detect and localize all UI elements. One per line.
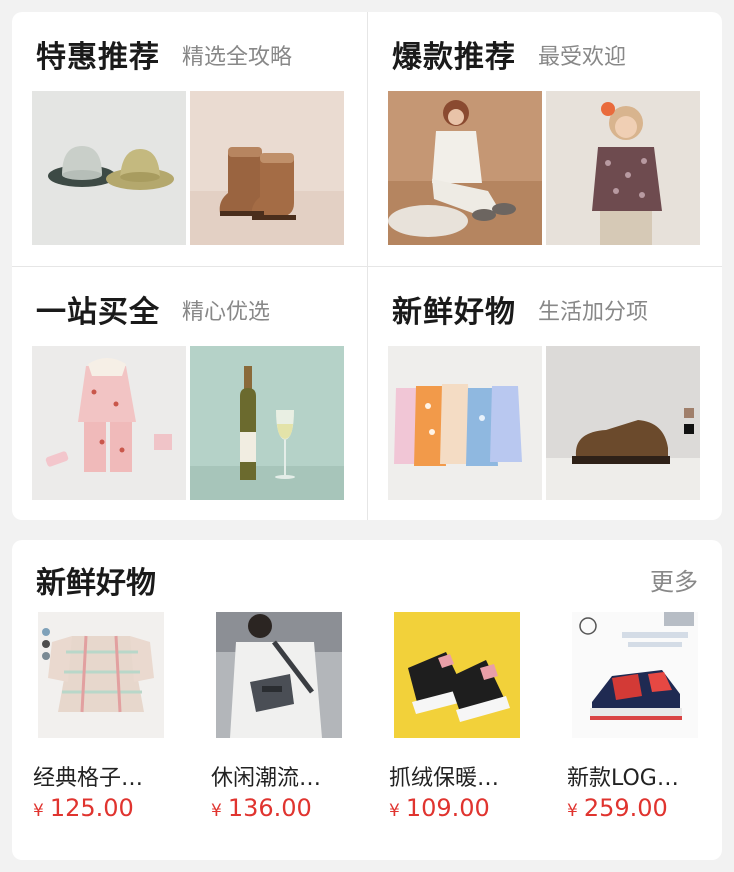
- promo-subtitle: 最受欢迎: [538, 45, 627, 70]
- promo-title: 新鲜好物: [392, 295, 516, 330]
- baby-romper-set-photo[interactable]: [388, 346, 542, 500]
- promo-subtitle: 精选全攻略: [182, 45, 293, 70]
- price-value: 109.00: [405, 794, 490, 822]
- girl-floral-top-photo[interactable]: [546, 91, 700, 245]
- promo-title: 一站买全: [36, 295, 160, 330]
- product-price: ¥125.00: [33, 794, 134, 822]
- promo-grid: 特惠推荐 精选全攻略 爆款推荐 最受欢迎 一站买全 精心优选 新鲜好物 生活加分…: [12, 12, 722, 520]
- currency-symbol: ¥: [567, 801, 578, 821]
- crossbody-bag-photo[interactable]: [216, 612, 342, 738]
- promo-card-bestsellers[interactable]: 爆款推荐 最受欢迎: [368, 12, 722, 266]
- product-price: ¥136.00: [211, 794, 312, 822]
- promo-title: 爆款推荐: [392, 40, 516, 75]
- price-value: 259.00: [583, 794, 668, 822]
- fresh-goods-section: 新鲜好物 更多 经典格子… ¥125.00 休闲潮流… ¥ 136.00 抓绒保…: [12, 540, 722, 860]
- promo-subtitle: 精心优选: [182, 300, 271, 325]
- promo-title: 特惠推荐: [36, 40, 160, 75]
- woman-knit-outfit-photo[interactable]: [388, 91, 542, 245]
- product-name: 抓绒保暖…: [389, 766, 500, 791]
- currency-symbol: ¥: [389, 801, 400, 821]
- plaid-jacket-photo[interactable]: [38, 612, 164, 738]
- promo-card-special-offer[interactable]: 特惠推荐 精选全攻略: [12, 12, 367, 266]
- product-price: ¥109.00: [389, 794, 490, 822]
- more-link[interactable]: 更多: [650, 562, 698, 597]
- baby-pink-set-photo[interactable]: [32, 346, 186, 500]
- promo-subtitle: 生活加分项: [538, 300, 649, 325]
- kids-sneakers-photo[interactable]: [394, 612, 520, 738]
- brown-oxford-shoe-photo[interactable]: [546, 346, 700, 500]
- currency-symbol: ¥: [33, 801, 44, 821]
- price-value: 125.00: [49, 794, 134, 822]
- product-price: ¥259.00: [567, 794, 668, 822]
- product-name: 休闲潮流…: [211, 766, 322, 791]
- price-value: 136.00: [227, 794, 312, 822]
- product-name: 经典格子…: [33, 766, 144, 791]
- section-title: 新鲜好物: [36, 566, 156, 601]
- product-name: 新款LOG…: [567, 766, 679, 791]
- promo-card-one-stop[interactable]: 一站买全 精心优选: [12, 267, 367, 520]
- red-kids-shoes-photo[interactable]: [572, 612, 698, 738]
- white-wine-photo[interactable]: [190, 346, 344, 500]
- currency-symbol: ¥: [211, 801, 222, 821]
- promo-card-fresh-goods[interactable]: 新鲜好物 生活加分项: [368, 267, 722, 520]
- bucket-hats-photo[interactable]: [32, 91, 186, 245]
- suede-boots-photo[interactable]: [190, 91, 344, 245]
